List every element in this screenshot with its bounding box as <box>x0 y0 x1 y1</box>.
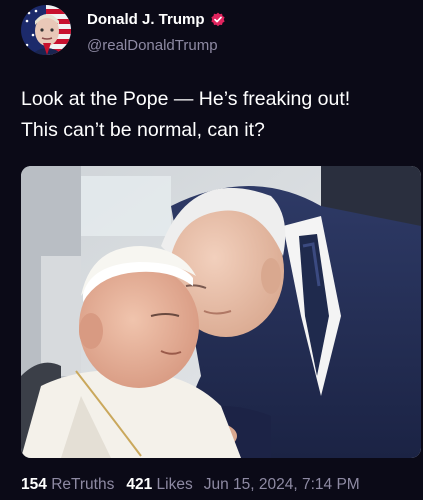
post-text-line: Look at the Pope — He’s freaking out! <box>21 88 351 110</box>
retruths-label[interactable]: ReTruths <box>51 476 114 493</box>
post-timestamp: Jun 15, 2024, 7:14 PM <box>203 476 360 493</box>
post-stats: 154 ReTruths 421 Likes Jun 15, 2024, 7:14 … <box>21 476 360 494</box>
likes-count[interactable]: 421 <box>126 476 152 493</box>
author-avatar[interactable] <box>21 5 71 55</box>
likes-label[interactable]: Likes <box>157 476 193 493</box>
retruths-count[interactable]: 154 <box>21 476 47 493</box>
flag-portrait-avatar-icon <box>21 5 71 55</box>
author-name-row: Donald J. Trump <box>87 11 226 28</box>
post-image[interactable] <box>21 166 421 458</box>
post-text-line: This can’t be normal, can it? <box>21 119 265 141</box>
photo-image-icon <box>21 166 421 458</box>
verified-badge-icon <box>210 12 225 26</box>
author-display-name[interactable]: Donald J. Trump <box>87 11 205 28</box>
author-handle[interactable]: @realDonaldTrump <box>87 37 218 54</box>
truth-post: Donald J. Trump @realDonaldTrump Look at… <box>0 0 423 500</box>
post-text: Look at the Pope — He’s freaking out! Th… <box>21 84 416 146</box>
